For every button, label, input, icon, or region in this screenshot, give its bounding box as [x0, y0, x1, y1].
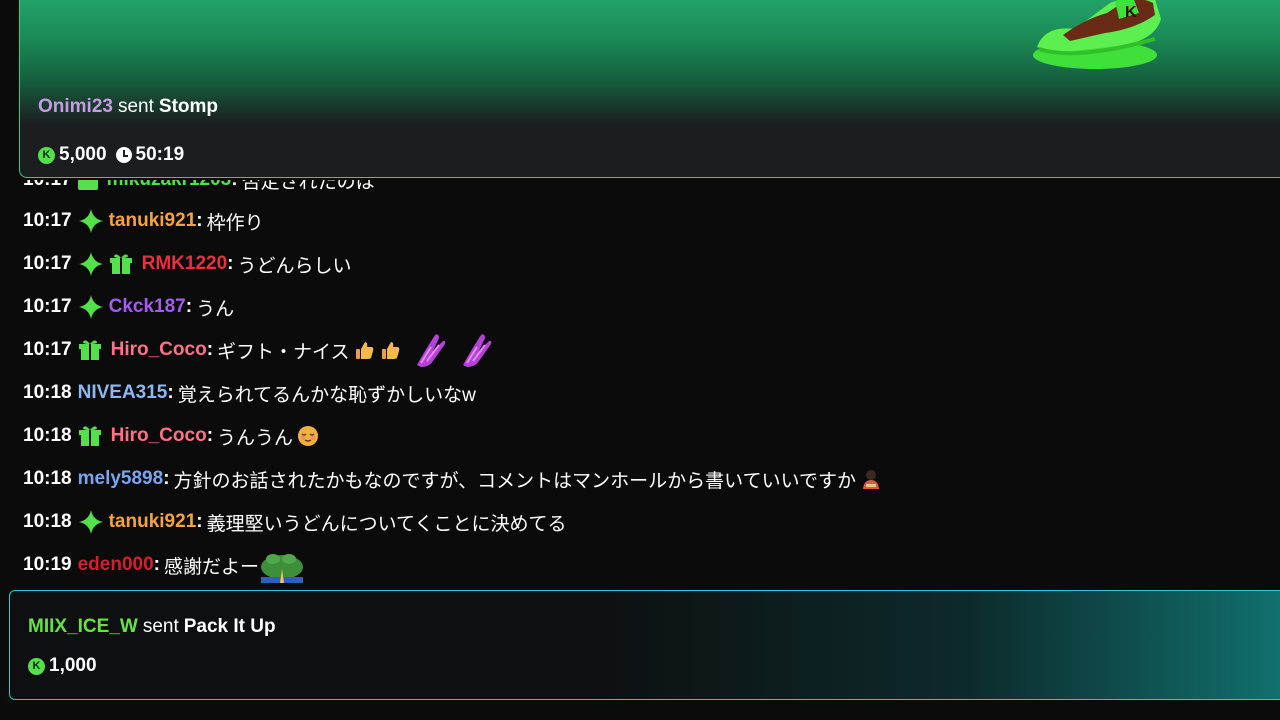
gift-notification-sent-word: sent — [142, 616, 179, 637]
chat-message[interactable]: 10:18 tanuki921: 義理堅いうどんについてくことに決めてる — [23, 507, 566, 537]
gift-notification-card[interactable]: MIIX_ICE_W sent Pack It Up K 1,000 — [9, 590, 1280, 700]
svg-text:K: K — [1125, 4, 1137, 21]
star-badge-icon — [78, 252, 103, 276]
message-username[interactable]: mely5898 — [78, 468, 164, 490]
relieved-face-emoji-icon — [298, 426, 319, 446]
kick-coin-icon: K — [38, 146, 55, 164]
star-badge-icon — [78, 209, 103, 233]
message-text: 感謝だよー — [163, 556, 259, 578]
message-username[interactable]: Hiro_Coco — [111, 425, 207, 447]
message-username[interactable]: eden000 — [78, 554, 154, 576]
message-time: 10:18 — [23, 511, 72, 532]
gift-notification-gift-name: Pack It Up — [183, 616, 276, 637]
message-text: 枠作り — [206, 212, 264, 234]
gift-badge-icon — [78, 340, 101, 360]
message-time: 10:18 — [23, 382, 72, 403]
chat-message[interactable]: 10:18 NIVEA315: 覚えられてるんかな恥ずかしいなw — [23, 378, 476, 408]
gift-notification-meta: K 1,000 — [28, 655, 97, 677]
pinned-gift-line: Onimi23 sent Stomp — [38, 96, 218, 118]
thumbs-up-emoji-icon — [382, 342, 400, 359]
message-text: うどんらしい — [237, 255, 352, 277]
gift-notification-amount: 1,000 — [49, 655, 97, 676]
kick-coin-icon: K — [28, 657, 45, 675]
chat-message-partial: 10:17 mikuzakr1203:否定されたのは — [23, 180, 375, 195]
chat-message[interactable]: 10:17 Ckck187: うん — [23, 292, 234, 322]
message-username[interactable]: NIVEA315 — [78, 382, 168, 404]
pinned-gift-meta: K 5,000 50:19 — [38, 144, 184, 166]
praying-hands-emote-icon — [463, 334, 492, 367]
pinned-gift-username[interactable]: Onimi23 — [38, 96, 113, 117]
message-username[interactable]: tanuki921 — [109, 210, 197, 232]
message-text: うんうん — [217, 427, 294, 449]
pinned-gift-sent-word: sent — [117, 96, 154, 117]
sneaker-gift-icon: K — [1033, 0, 1161, 69]
pinned-gift-amount: 5,000 — [59, 144, 107, 165]
message-time: 10:17 — [23, 296, 72, 317]
pinned-gift-time-left: 50:19 — [135, 144, 185, 165]
chat-message-list[interactable]: 10:17 mikuzakr1203:否定されたのは 10:17 tanuki9… — [0, 180, 1280, 590]
message-time: 10:17 — [23, 210, 72, 231]
pinned-gift-name: Stomp — [158, 96, 219, 117]
chat-message[interactable]: 10:18 mely5898: 方針のお話されたかもなのですが、コメントはマンホ… — [23, 464, 882, 494]
bowing-person-emoji-icon — [863, 470, 879, 489]
message-text: うん — [196, 298, 235, 320]
star-badge-icon — [78, 510, 103, 534]
thumbs-up-emoji-icon — [356, 342, 374, 359]
message-username[interactable]: Hiro_Coco — [111, 339, 207, 361]
message-time: 10:19 — [23, 554, 72, 575]
gift-badge-icon — [78, 426, 101, 446]
chat-message[interactable]: 10:17 Hiro_Coco: ギフト・ナイス — [23, 334, 495, 367]
gift-notification-line: MIIX_ICE_W sent Pack It Up — [28, 616, 276, 638]
chat-message[interactable]: 10:17 tanuki921: 枠作り — [23, 206, 264, 236]
chat-message[interactable]: 10:19 eden000: 感謝だよー — [23, 550, 305, 583]
message-text: 方針のお話されたかもなのですが、コメントはマンホールから書いていいですか — [173, 470, 856, 492]
message-text: ギフト・ナイス — [217, 341, 350, 363]
message-time: 10:17 — [23, 339, 72, 360]
frog-praying-emote-icon — [261, 554, 303, 583]
message-time: 10:18 — [23, 468, 72, 489]
gift-badge-icon — [109, 254, 132, 274]
message-text: 義理堅いうどんについてくことに決めてる — [206, 513, 567, 535]
message-username[interactable]: Ckck187 — [109, 296, 186, 318]
message-text: 覚えられてるんかな恥ずかしいなw — [177, 384, 476, 406]
message-time: 10:17 — [23, 253, 72, 274]
chat-message[interactable]: 10:17 RMK1220: うどんらしい — [23, 249, 352, 279]
star-badge-icon — [78, 295, 103, 319]
pinned-gift-card[interactable]: K Onimi23 sent Stomp K 5,000 50:19 — [19, 0, 1280, 178]
gift-notification-username[interactable]: MIIX_ICE_W — [28, 616, 138, 637]
praying-hands-emote-icon — [417, 334, 446, 367]
message-time: 10:18 — [23, 425, 72, 446]
clock-icon — [115, 147, 132, 163]
message-username[interactable]: tanuki921 — [109, 511, 197, 533]
chat-message[interactable]: 10:18 Hiro_Coco: うんうん — [23, 421, 319, 451]
message-username[interactable]: RMK1220 — [142, 253, 228, 275]
